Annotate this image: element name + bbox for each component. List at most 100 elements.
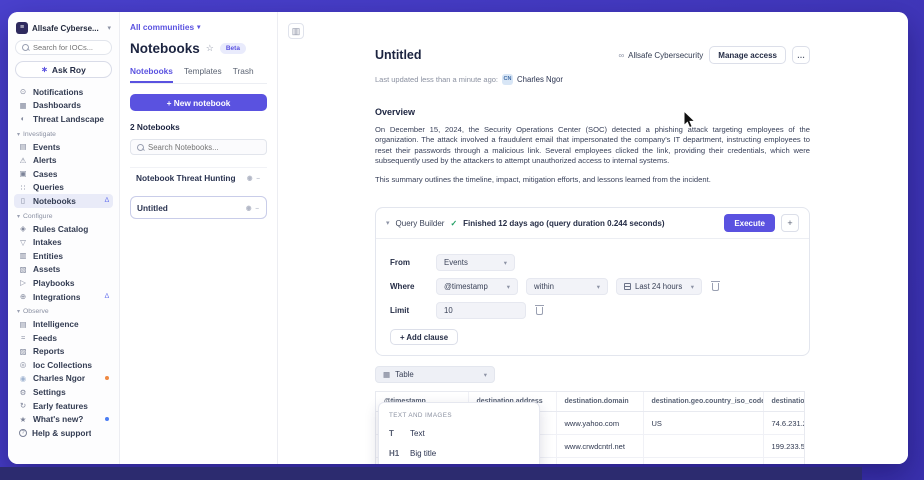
heading-block-icon: H1	[389, 449, 403, 458]
notebook-search-input[interactable]	[148, 143, 260, 152]
sidebar-item-label: Threat Landscape	[33, 114, 104, 124]
limit-input[interactable]	[444, 306, 518, 315]
sidebar-item-settings[interactable]: ⚙ Settings	[14, 385, 113, 399]
sidebar-item-assets[interactable]: ▧ Assets	[14, 263, 113, 277]
chevron-down-icon[interactable]: ▾	[386, 219, 390, 227]
notebook-search-box[interactable]	[130, 139, 267, 155]
new-notebook-button[interactable]: + New notebook	[130, 94, 267, 111]
alert-icon: ⚠	[18, 156, 28, 165]
time-range-select[interactable]: Last 24 hours ▾	[616, 278, 702, 295]
sidebar-item-help-support[interactable]: ? Help & support	[14, 426, 113, 440]
ioc-search-input[interactable]	[33, 43, 105, 52]
notebooks-panel: All communities ▾ Notebooks ☆ Beta Noteb…	[120, 12, 278, 464]
sidebar-item-integrations[interactable]: ⊕ Integrations ∆	[14, 290, 113, 304]
briefcase-icon: ▣	[18, 169, 28, 178]
collapse-panel-icon[interactable]: ▥	[288, 23, 304, 39]
column-header[interactable]: destinatio	[763, 392, 805, 412]
sidebar-item-alerts[interactable]: ⚠ Alerts	[14, 153, 113, 167]
delete-clause-icon[interactable]	[536, 307, 543, 315]
community-filter[interactable]: All communities ▾	[130, 22, 267, 32]
org-access: ∞ Allsafe Cybersecurity	[618, 51, 703, 60]
tab-notebooks[interactable]: Notebooks	[130, 66, 173, 83]
sidebar-item-label: Early features	[33, 401, 88, 411]
query-status: Finished 12 days ago (query duration 0.2…	[463, 219, 664, 228]
sidebar-item-label: Help & support	[32, 428, 91, 438]
document-title[interactable]: Untitled	[375, 48, 422, 62]
bell-icon: ⊙	[18, 87, 28, 96]
sidebar-item-cases[interactable]: ▣ Cases	[14, 167, 113, 181]
execute-button[interactable]: Execute	[724, 214, 775, 232]
notebook-item-title: Untitled	[137, 203, 168, 213]
from-value: Events	[444, 258, 468, 267]
overview-paragraph: This summary outlines the timeline, impa…	[375, 175, 810, 185]
notebook-icon: ▯	[18, 196, 28, 205]
chevron-down-icon: ▾	[107, 24, 111, 32]
add-clause-button[interactable]: + Add clause	[390, 329, 458, 345]
menu-item-text[interactable]: T Text	[379, 423, 539, 443]
workspace-name: Allsafe Cyberse...	[32, 24, 99, 33]
column-header[interactable]: destination.domain	[556, 392, 643, 412]
sidebar-item-label: Intelligence	[33, 319, 79, 329]
sidebar-item-label: Cases	[33, 169, 57, 179]
sidebar-item-entities[interactable]: ▥ Entities	[14, 249, 113, 263]
manage-access-button[interactable]: Manage access	[709, 46, 786, 64]
sidebar-item-label: Settings	[33, 387, 66, 397]
sidebar-item-ioc-collections[interactable]: ◎ Ioc Collections	[14, 358, 113, 372]
sidebar-item-intelligence[interactable]: ▤ Intelligence	[14, 317, 113, 331]
app-window: ≡ Allsafe Cyberse... ▾ ∗ Ask Roy ⊙ Notif…	[8, 12, 908, 464]
workspace-selector[interactable]: ≡ Allsafe Cyberse... ▾	[14, 20, 113, 40]
avatar: CN	[502, 74, 513, 85]
sidebar-item-intakes[interactable]: ▽ Intakes	[14, 235, 113, 249]
sidebar-item-whats-new[interactable]: ★ What's new?	[14, 412, 113, 426]
ask-roy-label: Ask Roy	[52, 65, 86, 75]
sidebar-item-feeds[interactable]: ≈ Feeds	[14, 331, 113, 345]
where-operator-select[interactable]: within ▾	[526, 278, 608, 295]
cell: 74.6.231.2	[763, 412, 805, 435]
search-icon	[137, 144, 144, 151]
notebook-list-item[interactable]: Notebook Threat Hunting ◉ –	[130, 167, 267, 188]
sidebar-item-events[interactable]: ▤ Events	[14, 140, 113, 154]
column-header[interactable]: destination.geo.country_iso_code	[643, 392, 763, 412]
notebook-count: 2 Notebooks	[130, 122, 267, 132]
query-builder-card: ▾ Query Builder ✓ Finished 12 days ago (…	[375, 207, 810, 356]
workspace-logo-icon: ≡	[16, 22, 28, 34]
notebook-list-item-selected[interactable]: Untitled ◉ –	[130, 196, 267, 219]
tab-templates[interactable]: Templates	[184, 66, 222, 83]
more-options-button[interactable]: …	[792, 46, 810, 64]
tab-trash[interactable]: Trash	[233, 66, 254, 83]
shared-indicator-icon: ◉ –	[246, 204, 260, 212]
cell: 172.66.40.	[763, 458, 805, 464]
sidebar-item-playbooks[interactable]: ▷ Playbooks	[14, 276, 113, 290]
sidebar-item-dashboards[interactable]: ▦ Dashboards	[14, 99, 113, 113]
table-icon: ▦	[383, 370, 390, 379]
sidebar-item-threat-landscape[interactable]: ◐ Threat Landscape	[14, 112, 113, 126]
query-builder-title: Query Builder	[396, 219, 445, 228]
ask-roy-button[interactable]: ∗ Ask Roy	[15, 61, 112, 78]
block-type-menu: TEXT AND IMAGES T Text H1 Big title	[378, 402, 540, 464]
sidebar-item-notebooks[interactable]: ▯ Notebooks ∆	[14, 194, 113, 208]
sidebar-item-notifications[interactable]: ⊙ Notifications	[14, 85, 113, 99]
menu-section-label: TEXT AND IMAGES	[379, 409, 539, 423]
chevron-down-icon: ▾	[504, 259, 507, 267]
section-configure[interactable]: ▾ Configure	[14, 211, 113, 222]
sidebar-item-reports[interactable]: ▨ Reports	[14, 345, 113, 359]
section-investigate[interactable]: ▾ Investigate	[14, 129, 113, 140]
sidebar-item-label: Rules Catalog	[33, 224, 88, 234]
cell: US	[643, 412, 763, 435]
ioc-search-box[interactable]	[15, 40, 112, 55]
menu-item-big-title[interactable]: H1 Big title	[379, 443, 539, 463]
sidebar-item-early-features[interactable]: ↻ Early features	[14, 399, 113, 413]
sidebar-item-label: Reports	[33, 346, 64, 356]
sidebar-item-rules-catalog[interactable]: ◈ Rules Catalog	[14, 222, 113, 236]
section-label: Observe	[23, 308, 49, 315]
sidebar-item-queries[interactable]: ∷ Queries	[14, 181, 113, 195]
where-field-select[interactable]: @timestamp ▾	[436, 278, 518, 295]
favorite-star-icon[interactable]: ☆	[206, 43, 214, 54]
section-observe[interactable]: ▾ Observe	[14, 306, 113, 317]
view-type-select[interactable]: ▦ Table ▾	[375, 366, 495, 383]
from-select[interactable]: Events ▾	[436, 254, 515, 271]
main-content: ▥ Untitled ∞ Allsafe Cybersecurity Manag…	[278, 12, 908, 464]
add-query-button[interactable]: +	[781, 214, 799, 232]
delete-clause-icon[interactable]	[712, 283, 719, 291]
sidebar-item-user[interactable]: ◉ Charles Ngor	[14, 372, 113, 386]
